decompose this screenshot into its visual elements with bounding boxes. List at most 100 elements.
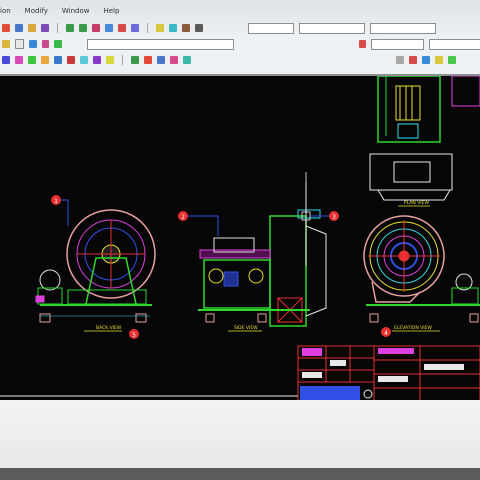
ellipse-icon[interactable] bbox=[106, 56, 114, 64]
crosshair-cursor bbox=[301, 172, 311, 221]
make-block-icon[interactable] bbox=[144, 56, 152, 64]
side-view-coupling bbox=[223, 271, 239, 287]
arc-icon[interactable] bbox=[67, 56, 75, 64]
draw-polyline-icon[interactable] bbox=[54, 40, 62, 48]
plan-view-shaft-housing bbox=[397, 123, 419, 139]
screen: ion Modify Window Help 1 5 BACK VIEW 2 3… bbox=[0, 0, 480, 480]
draw-toolbar bbox=[0, 53, 480, 67]
balloon-1: 1 bbox=[51, 195, 69, 226]
menu-item-dimension[interactable]: ion bbox=[0, 7, 11, 15]
back-view-mount-pad bbox=[35, 295, 45, 303]
side-view-inlet-cone bbox=[305, 225, 327, 317]
back-view-anchor-left bbox=[39, 313, 51, 323]
mirror-icon[interactable] bbox=[435, 56, 443, 64]
polygon-icon[interactable] bbox=[41, 56, 49, 64]
zoom-window-icon[interactable] bbox=[118, 24, 126, 32]
insert-block-icon[interactable] bbox=[131, 56, 139, 64]
elevation-view-label: ELEVATION VIEW bbox=[394, 325, 432, 331]
menu-item-window[interactable]: Window bbox=[62, 7, 90, 15]
balloon-2: 2 bbox=[178, 211, 219, 236]
toolbar-separator bbox=[147, 23, 148, 33]
standard-toolbar bbox=[0, 21, 480, 35]
zoom-icon[interactable] bbox=[105, 24, 113, 32]
line-icon[interactable] bbox=[2, 56, 10, 64]
copy-icon[interactable] bbox=[15, 24, 23, 32]
balloon-3: 3 bbox=[310, 211, 339, 221]
layers-toolbar bbox=[0, 37, 480, 51]
move-icon[interactable] bbox=[396, 56, 404, 64]
polyline-icon[interactable] bbox=[28, 56, 36, 64]
menu-bar: ion Modify Window Help bbox=[0, 4, 480, 18]
redo-icon[interactable] bbox=[79, 24, 87, 32]
svg-text:5: 5 bbox=[132, 332, 136, 339]
match-properties-icon[interactable] bbox=[41, 24, 49, 32]
zoom-previous-icon[interactable] bbox=[131, 24, 139, 32]
menu-item-modify[interactable]: Modify bbox=[25, 7, 48, 15]
menu-item-help[interactable]: Help bbox=[103, 7, 119, 15]
offset-icon[interactable] bbox=[448, 56, 456, 64]
lineweight-dropdown[interactable] bbox=[429, 38, 480, 50]
paste-icon[interactable] bbox=[28, 24, 36, 32]
back-view-anchor-right bbox=[135, 313, 147, 323]
elevation-anchor-left bbox=[369, 313, 379, 323]
side-view-bearing-left bbox=[208, 268, 224, 284]
undo-icon[interactable] bbox=[66, 24, 74, 32]
named-style-box[interactable] bbox=[248, 22, 294, 34]
plan-view-base bbox=[377, 189, 451, 201]
dim-style-box[interactable] bbox=[299, 22, 365, 34]
plan-view-motor bbox=[451, 76, 480, 107]
point-icon[interactable] bbox=[157, 56, 165, 64]
color-control-icon[interactable] bbox=[358, 40, 367, 48]
layer-dropdown[interactable] bbox=[86, 38, 234, 50]
region-icon[interactable] bbox=[183, 56, 191, 64]
side-view-bearing-right bbox=[248, 268, 264, 284]
draw-line-icon[interactable] bbox=[41, 40, 50, 48]
erase-icon[interactable] bbox=[409, 56, 417, 64]
hatch-icon[interactable] bbox=[170, 56, 178, 64]
plan-view-casing bbox=[369, 153, 453, 191]
plan-view-drawing bbox=[369, 76, 480, 201]
circle-icon[interactable] bbox=[80, 56, 88, 64]
copy-object-icon[interactable] bbox=[422, 56, 430, 64]
plan-view-label: PLAN VIEW bbox=[404, 200, 429, 206]
svg-text:2: 2 bbox=[181, 214, 185, 221]
layer-previous-icon[interactable] bbox=[29, 40, 37, 48]
elevation-view-drawing bbox=[363, 215, 480, 323]
svg-text:1: 1 bbox=[54, 198, 58, 205]
cad-drawing: 1 5 BACK VIEW 2 3 SIDE VIEW 4 ELEVATION … bbox=[0, 76, 480, 402]
design-center-icon[interactable] bbox=[169, 24, 177, 32]
calculator-icon[interactable] bbox=[195, 24, 203, 32]
side-view-anchor-left bbox=[205, 313, 215, 323]
elevation-outlet bbox=[371, 281, 421, 303]
monitor-bezel bbox=[0, 468, 480, 480]
side-view-label: SIDE VIEW bbox=[234, 325, 258, 331]
company-logo-block bbox=[300, 386, 360, 400]
construction-line-icon[interactable] bbox=[15, 56, 23, 64]
pan-icon[interactable] bbox=[92, 24, 100, 32]
table-style-box[interactable] bbox=[370, 22, 436, 34]
tool-palettes-icon[interactable] bbox=[182, 24, 190, 32]
balloon-5: 5 bbox=[129, 329, 139, 339]
linetype-dropdown[interactable] bbox=[371, 38, 425, 50]
toolbar-separator bbox=[57, 23, 58, 33]
command-area[interactable] bbox=[0, 400, 480, 470]
properties-icon[interactable] bbox=[156, 24, 164, 32]
side-view-anchor-right bbox=[257, 313, 267, 323]
layer-manager-icon[interactable] bbox=[2, 40, 10, 48]
spline-icon[interactable] bbox=[93, 56, 101, 64]
title-block bbox=[297, 345, 480, 402]
plan-view-inlet bbox=[393, 161, 431, 183]
rectangle-icon[interactable] bbox=[54, 56, 62, 64]
side-view-shaft bbox=[199, 249, 271, 259]
cut-icon[interactable] bbox=[2, 24, 10, 32]
elevation-anchor-right bbox=[469, 313, 479, 323]
drawing-viewport[interactable]: 1 5 BACK VIEW 2 3 SIDE VIEW 4 ELEVATION … bbox=[0, 74, 480, 402]
side-view-top-flange bbox=[297, 209, 321, 219]
side-view-drawing bbox=[198, 182, 327, 327]
layer-state-icon[interactable] bbox=[14, 39, 25, 49]
svg-text:3: 3 bbox=[332, 214, 336, 221]
balloon-4: 4 bbox=[381, 327, 391, 337]
back-view-label: BACK VIEW bbox=[96, 325, 122, 331]
svg-text:4: 4 bbox=[384, 330, 388, 337]
back-view-motor bbox=[39, 269, 61, 291]
